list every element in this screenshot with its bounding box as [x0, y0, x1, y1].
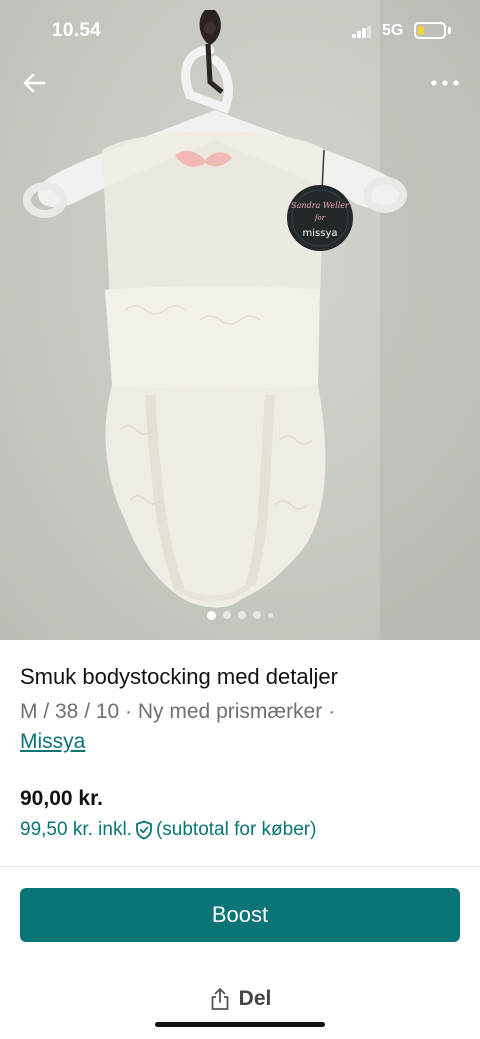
- battery-cap: [448, 27, 451, 34]
- product-info: Smuk bodystocking med detaljer M / 38 / …: [20, 662, 460, 844]
- svg-text:Sandra Weller: Sandra Weller: [291, 201, 350, 210]
- product-meta: M / 38 / 10 · Ny med prismærker ·: [20, 700, 336, 723]
- buyer-price-note: (subtotal for køber): [155, 819, 317, 840]
- network-label: 5G: [382, 22, 404, 39]
- gallery-pagination[interactable]: [0, 609, 480, 621]
- buyer-price-amount: 99,50 kr. inkl.: [20, 819, 132, 840]
- brand-link[interactable]: Missya: [20, 727, 85, 757]
- arrow-left-icon: [23, 73, 46, 93]
- share-icon: [211, 988, 229, 1010]
- share-button[interactable]: Del: [190, 982, 290, 1016]
- home-indicator[interactable]: [155, 1022, 325, 1027]
- bodystocking-image: Sandra Weller for missya: [0, 0, 480, 640]
- battery-icon: [414, 22, 446, 39]
- pagination-dot[interactable]: [268, 612, 273, 618]
- shield-check-icon: [136, 820, 152, 840]
- pagination-dot[interactable]: [207, 610, 216, 620]
- boost-button[interactable]: Boost: [20, 888, 460, 942]
- back-button[interactable]: [18, 66, 52, 100]
- more-options-button[interactable]: [424, 66, 466, 100]
- share-label: Del: [238, 987, 272, 1010]
- svg-text:for: for: [314, 214, 326, 222]
- pagination-dot[interactable]: [253, 611, 261, 619]
- divider: [0, 866, 480, 867]
- product-title: Smuk bodystocking med detaljer: [20, 664, 338, 689]
- status-time: 10.54: [52, 20, 102, 41]
- ellipsis-icon: [431, 80, 459, 86]
- pagination-dot[interactable]: [238, 611, 246, 619]
- buyer-price[interactable]: 99,50 kr. inkl. (subtotal for køber): [20, 816, 460, 844]
- status-bar: 10.54 5G: [0, 0, 480, 62]
- pagination-dot[interactable]: [223, 611, 231, 619]
- signal-icon: [352, 26, 372, 38]
- product-photo[interactable]: Sandra Weller for missya: [0, 0, 480, 640]
- svg-text:missya: missya: [303, 228, 338, 239]
- product-price: 90,00 kr.: [20, 787, 103, 810]
